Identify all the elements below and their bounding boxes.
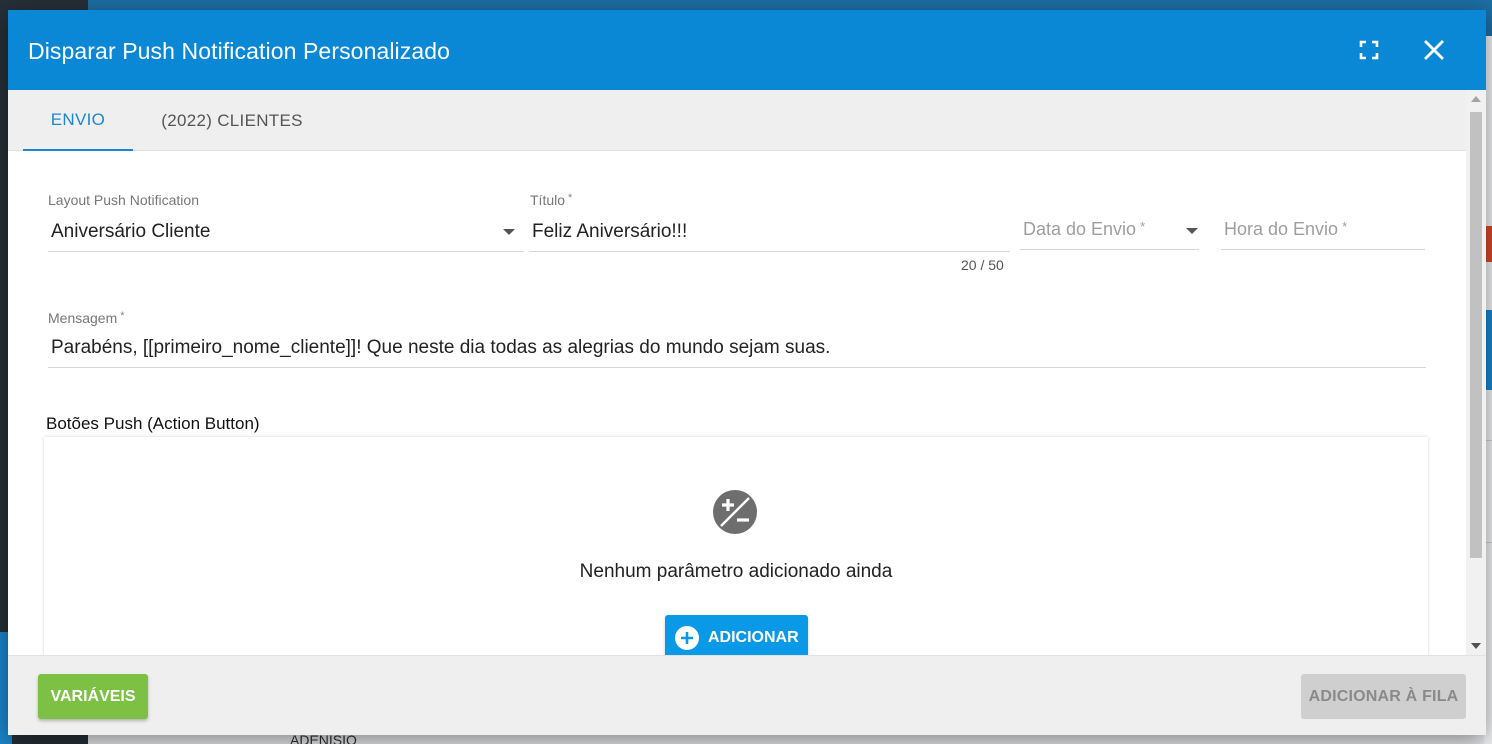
close-button[interactable] — [1416, 32, 1452, 68]
dialog-title: Disparar Push Notification Personalizado — [28, 38, 451, 64]
titulo-input[interactable]: Feliz Aniversário!!! — [529, 212, 1010, 252]
layout-select-value: Aniversário Cliente — [51, 220, 211, 242]
dialog-header: Disparar Push Notification Personalizado — [8, 10, 1486, 90]
dialog-body: ENVIO (2022) CLIENTES Layout Push Notifi… — [8, 90, 1466, 655]
required-mark: * — [1342, 219, 1348, 234]
data-envio-select[interactable]: Data do Envio * — [1020, 210, 1199, 250]
scroll-thumb[interactable] — [1470, 112, 1482, 558]
chevron-down-icon — [1186, 228, 1198, 234]
required-mark: * — [568, 192, 573, 204]
tab-clientes[interactable]: (2022) CLIENTES — [148, 90, 316, 151]
add-parameter-button[interactable]: ADICIONAR — [665, 615, 808, 655]
variables-button[interactable]: VARIÁVEIS — [38, 674, 148, 719]
titulo-label: Título * — [530, 192, 572, 208]
plus-minus-icon — [713, 490, 757, 534]
titulo-label-text: Título — [530, 192, 566, 208]
close-icon — [1424, 40, 1444, 60]
mensagem-input-value: Parabéns, [[primeiro_nome_cliente]]! Que… — [51, 336, 831, 358]
fullscreen-icon — [1359, 40, 1379, 60]
tab-bar: ENVIO (2022) CLIENTES — [8, 90, 1466, 151]
data-envio-placeholder: Data do Envio — [1023, 219, 1137, 239]
required-mark: * — [1140, 219, 1146, 234]
layout-select[interactable]: Aniversário Cliente — [48, 212, 524, 252]
add-parameter-label: ADICIONAR — [708, 629, 799, 646]
tab-envio[interactable]: ENVIO — [23, 90, 133, 151]
titulo-input-value: Feliz Aniversário!!! — [532, 220, 688, 242]
mensagem-input[interactable]: Parabéns, [[primeiro_nome_cliente]]! Que… — [48, 328, 1426, 368]
add-to-queue-button[interactable]: ADICIONAR À FILA — [1301, 674, 1466, 719]
scroll-up-icon[interactable] — [1471, 96, 1481, 102]
fullscreen-button[interactable] — [1351, 32, 1387, 68]
hora-envio-input[interactable]: Hora do Envio * — [1221, 210, 1425, 250]
action-buttons-title: Botões Push (Action Button) — [46, 414, 260, 433]
hora-envio-placeholder: Hora do Envio — [1224, 219, 1339, 239]
layout-label: Layout Push Notification — [48, 192, 199, 208]
required-mark: * — [120, 310, 125, 322]
mensagem-label: Mensagem * — [48, 310, 125, 326]
plus-circle-icon — [675, 626, 699, 650]
mensagem-label-text: Mensagem — [48, 310, 118, 326]
dialog-footer: VARIÁVEIS ADICIONAR À FILA — [8, 655, 1486, 735]
scroll-down-icon[interactable] — [1471, 643, 1481, 649]
push-notification-dialog: Disparar Push Notification Personalizado… — [8, 10, 1486, 735]
empty-state-text: Nenhum parâmetro adicionado ainda — [579, 561, 893, 582]
chevron-down-icon — [503, 229, 515, 235]
dialog-scrollbar[interactable] — [1466, 90, 1486, 655]
action-buttons-panel: Nenhum parâmetro adicionado ainda ADICIO… — [44, 437, 1428, 655]
titulo-char-counter: 20 / 50 — [961, 257, 1004, 273]
